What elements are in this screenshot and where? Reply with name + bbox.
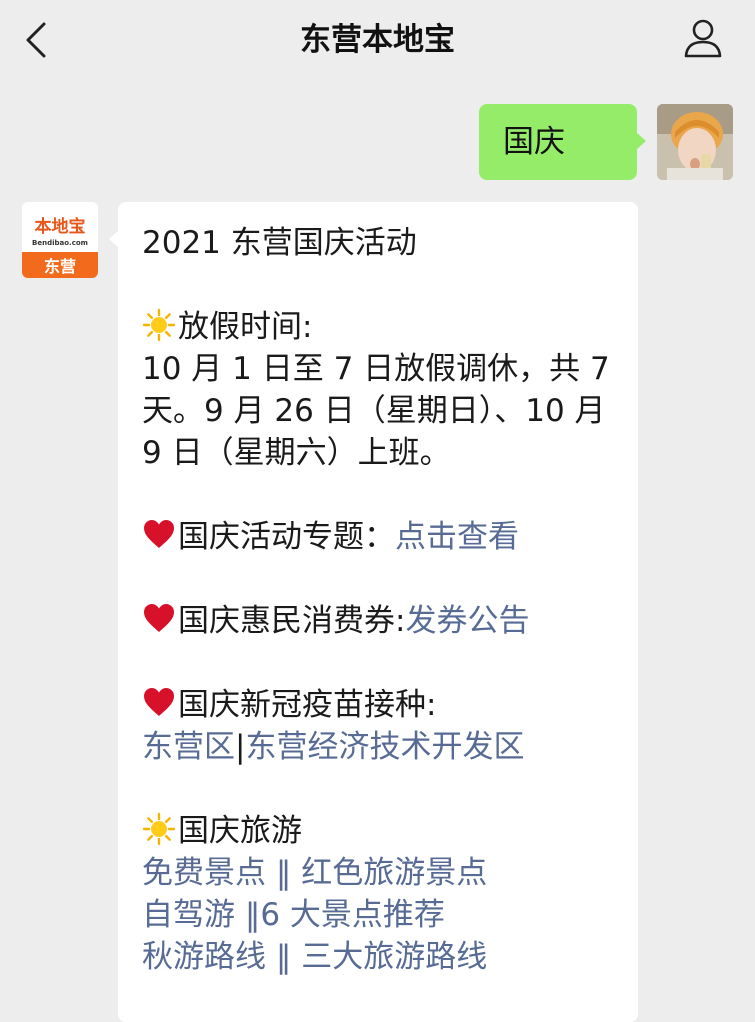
- sun-icon: [142, 812, 176, 846]
- profile-button[interactable]: [681, 16, 725, 60]
- travel-row-1: 免费景点 ‖ 红色旅游景点: [142, 852, 612, 894]
- bendibao-logo: 本地宝 Bendibao.com 东营: [22, 202, 98, 278]
- travel-separator: ‖: [266, 855, 302, 891]
- holiday-heading-text: 放假时间:: [178, 309, 313, 345]
- three-routes-link[interactable]: 三大旅游路线: [301, 939, 487, 975]
- travel-heading-text: 国庆旅游: [178, 813, 302, 849]
- outgoing-bubble[interactable]: 国庆: [479, 104, 646, 180]
- travel-separator: ‖: [235, 897, 261, 933]
- vaccine-line: 国庆新冠疫苗接种:: [142, 684, 612, 726]
- heart-icon: [144, 604, 174, 632]
- sun-icon: [142, 308, 176, 342]
- user-avatar[interactable]: [657, 104, 733, 180]
- svg-text:Bendibao.com: Bendibao.com: [32, 239, 88, 247]
- coupon-line: 国庆惠民消费券:发券公告: [142, 600, 612, 642]
- top-nav-bar: 东营本地宝: [0, 0, 755, 80]
- holiday-heading: 放假时间:: [142, 306, 612, 348]
- coupon-label: 国庆惠民消费券:: [178, 603, 406, 639]
- red-tourism-link[interactable]: 红色旅游景点: [301, 855, 487, 891]
- travel-separator: ‖: [266, 939, 302, 975]
- vaccine-link-devzone[interactable]: 东营经济技术开发区: [245, 729, 524, 765]
- vaccine-label: 国庆新冠疫苗接种:: [178, 687, 437, 723]
- user-avatar-image: [657, 104, 733, 180]
- free-attractions-link[interactable]: 免费景点: [142, 855, 266, 891]
- message-title: 2021 东营国庆活动: [142, 225, 417, 261]
- vaccine-link-dongying[interactable]: 东营区: [142, 729, 235, 765]
- topic-line: 国庆活动专题：点击查看: [142, 516, 612, 558]
- topic-link[interactable]: 点击查看: [395, 519, 519, 555]
- page-title: 东营本地宝: [300, 22, 455, 58]
- topic-label: 国庆活动专题：: [178, 519, 395, 555]
- heart-icon: [144, 520, 174, 548]
- travel-heading: 国庆旅游: [142, 810, 612, 852]
- vaccine-links: 东营区|东营经济技术开发区: [142, 726, 612, 768]
- travel-row-2: 自驾游 ‖6 大景点推荐: [142, 894, 612, 936]
- autumn-routes-link[interactable]: 秋游路线: [142, 939, 266, 975]
- self-drive-link[interactable]: 自驾游: [142, 897, 235, 933]
- person-icon: [684, 19, 722, 58]
- svg-text:本地宝: 本地宝: [35, 216, 86, 237]
- svg-text:东营: 东营: [44, 257, 76, 276]
- bendibao-avatar[interactable]: 本地宝 Bendibao.com 东营: [22, 202, 98, 278]
- top-six-attractions-link[interactable]: 6 大景点推荐: [260, 897, 445, 933]
- vaccine-separator: |: [235, 729, 246, 765]
- holiday-body: 10 月 1 日至 7 日放假调休，共 7 天。9 月 26 日（星期日）、10…: [142, 351, 610, 471]
- travel-row-3: 秋游路线 ‖ 三大旅游路线: [142, 936, 612, 978]
- heart-icon: [144, 688, 174, 716]
- incoming-bubble: 2021 东营国庆活动 放假时间: 10 月 1 日至 7 日放假调休，共 7 …: [109, 202, 638, 1022]
- coupon-link[interactable]: 发券公告: [405, 603, 529, 639]
